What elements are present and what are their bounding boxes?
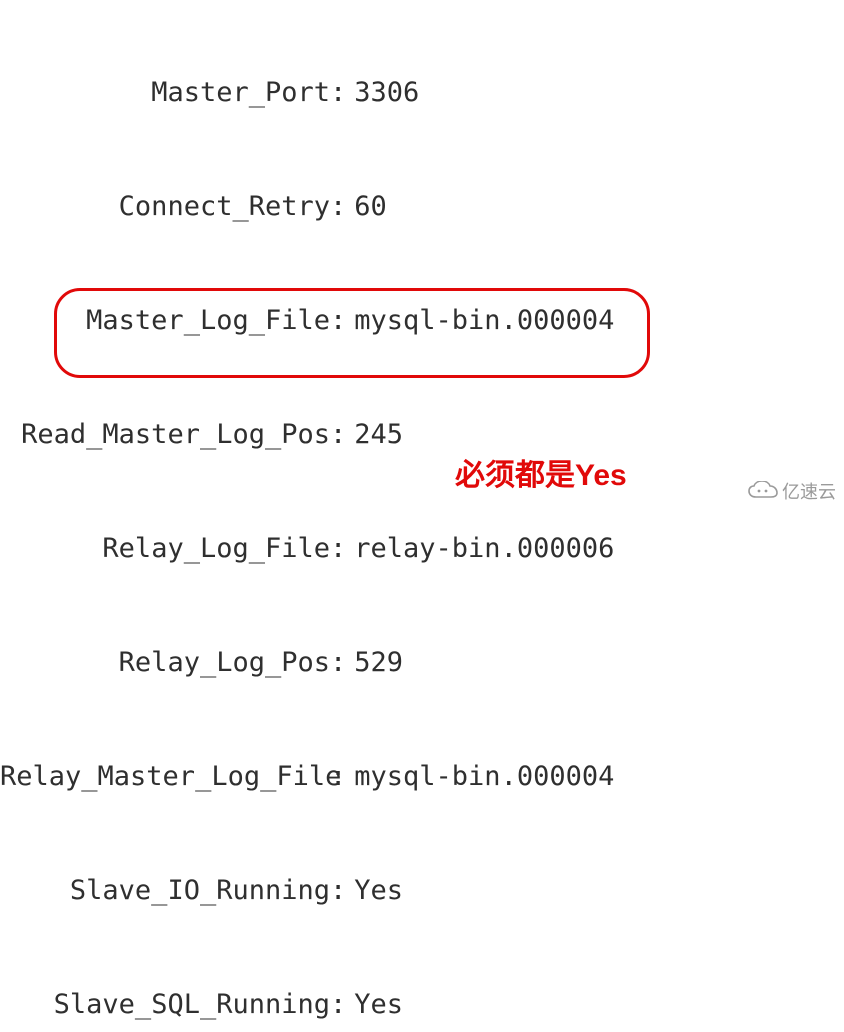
status-value: 3306 bbox=[354, 74, 419, 112]
status-value: Yes bbox=[354, 872, 403, 910]
status-key: Master_Port bbox=[0, 74, 330, 112]
status-key: Connect_Retry bbox=[0, 188, 330, 226]
annotation-text: 必须都是Yes bbox=[455, 450, 627, 494]
colon: : bbox=[330, 416, 354, 454]
status-value: 60 bbox=[354, 188, 387, 226]
status-value: mysql-bin.000004 bbox=[354, 302, 614, 340]
colon: : bbox=[330, 872, 354, 910]
colon: : bbox=[330, 644, 354, 682]
status-value: Yes bbox=[354, 986, 403, 1024]
slave-status-output: Master_Port:3306 Connect_Retry:60 Master… bbox=[0, 0, 614, 1032]
colon: : bbox=[330, 188, 354, 226]
status-key: Slave_SQL_Running bbox=[0, 986, 330, 1024]
status-row: Relay_Log_Pos:529 bbox=[0, 644, 614, 682]
colon: : bbox=[330, 986, 354, 1024]
status-row: Relay_Log_File:relay-bin.000006 bbox=[0, 530, 614, 568]
status-value: 245 bbox=[354, 416, 403, 454]
watermark: 亿速云 bbox=[748, 478, 836, 504]
status-row: Connect_Retry:60 bbox=[0, 188, 614, 226]
status-key: Read_Master_Log_Pos bbox=[0, 416, 330, 454]
status-row: Read_Master_Log_Pos:245 bbox=[0, 416, 614, 454]
status-key: Relay_Log_File bbox=[0, 530, 330, 568]
status-value: mysql-bin.000004 bbox=[354, 758, 614, 796]
status-row: Relay_Master_Log_File:mysql-bin.000004 bbox=[0, 758, 614, 796]
status-key: Relay_Master_Log_File bbox=[0, 758, 330, 796]
watermark-text: 亿速云 bbox=[782, 478, 836, 504]
status-key: Relay_Log_Pos bbox=[0, 644, 330, 682]
status-key: Master_Log_File bbox=[0, 302, 330, 340]
colon: : bbox=[330, 530, 354, 568]
cloud-icon bbox=[748, 481, 778, 501]
status-key: Slave_IO_Running bbox=[0, 872, 330, 910]
status-value: 529 bbox=[354, 644, 403, 682]
status-row: Master_Log_File:mysql-bin.000004 bbox=[0, 302, 614, 340]
colon: : bbox=[330, 758, 354, 796]
status-row: Slave_SQL_Running:Yes bbox=[0, 986, 614, 1024]
status-value: relay-bin.000006 bbox=[354, 530, 614, 568]
colon: : bbox=[330, 74, 354, 112]
status-row: Slave_IO_Running:Yes bbox=[0, 872, 614, 910]
status-row: Master_Port:3306 bbox=[0, 74, 614, 112]
colon: : bbox=[330, 302, 354, 340]
